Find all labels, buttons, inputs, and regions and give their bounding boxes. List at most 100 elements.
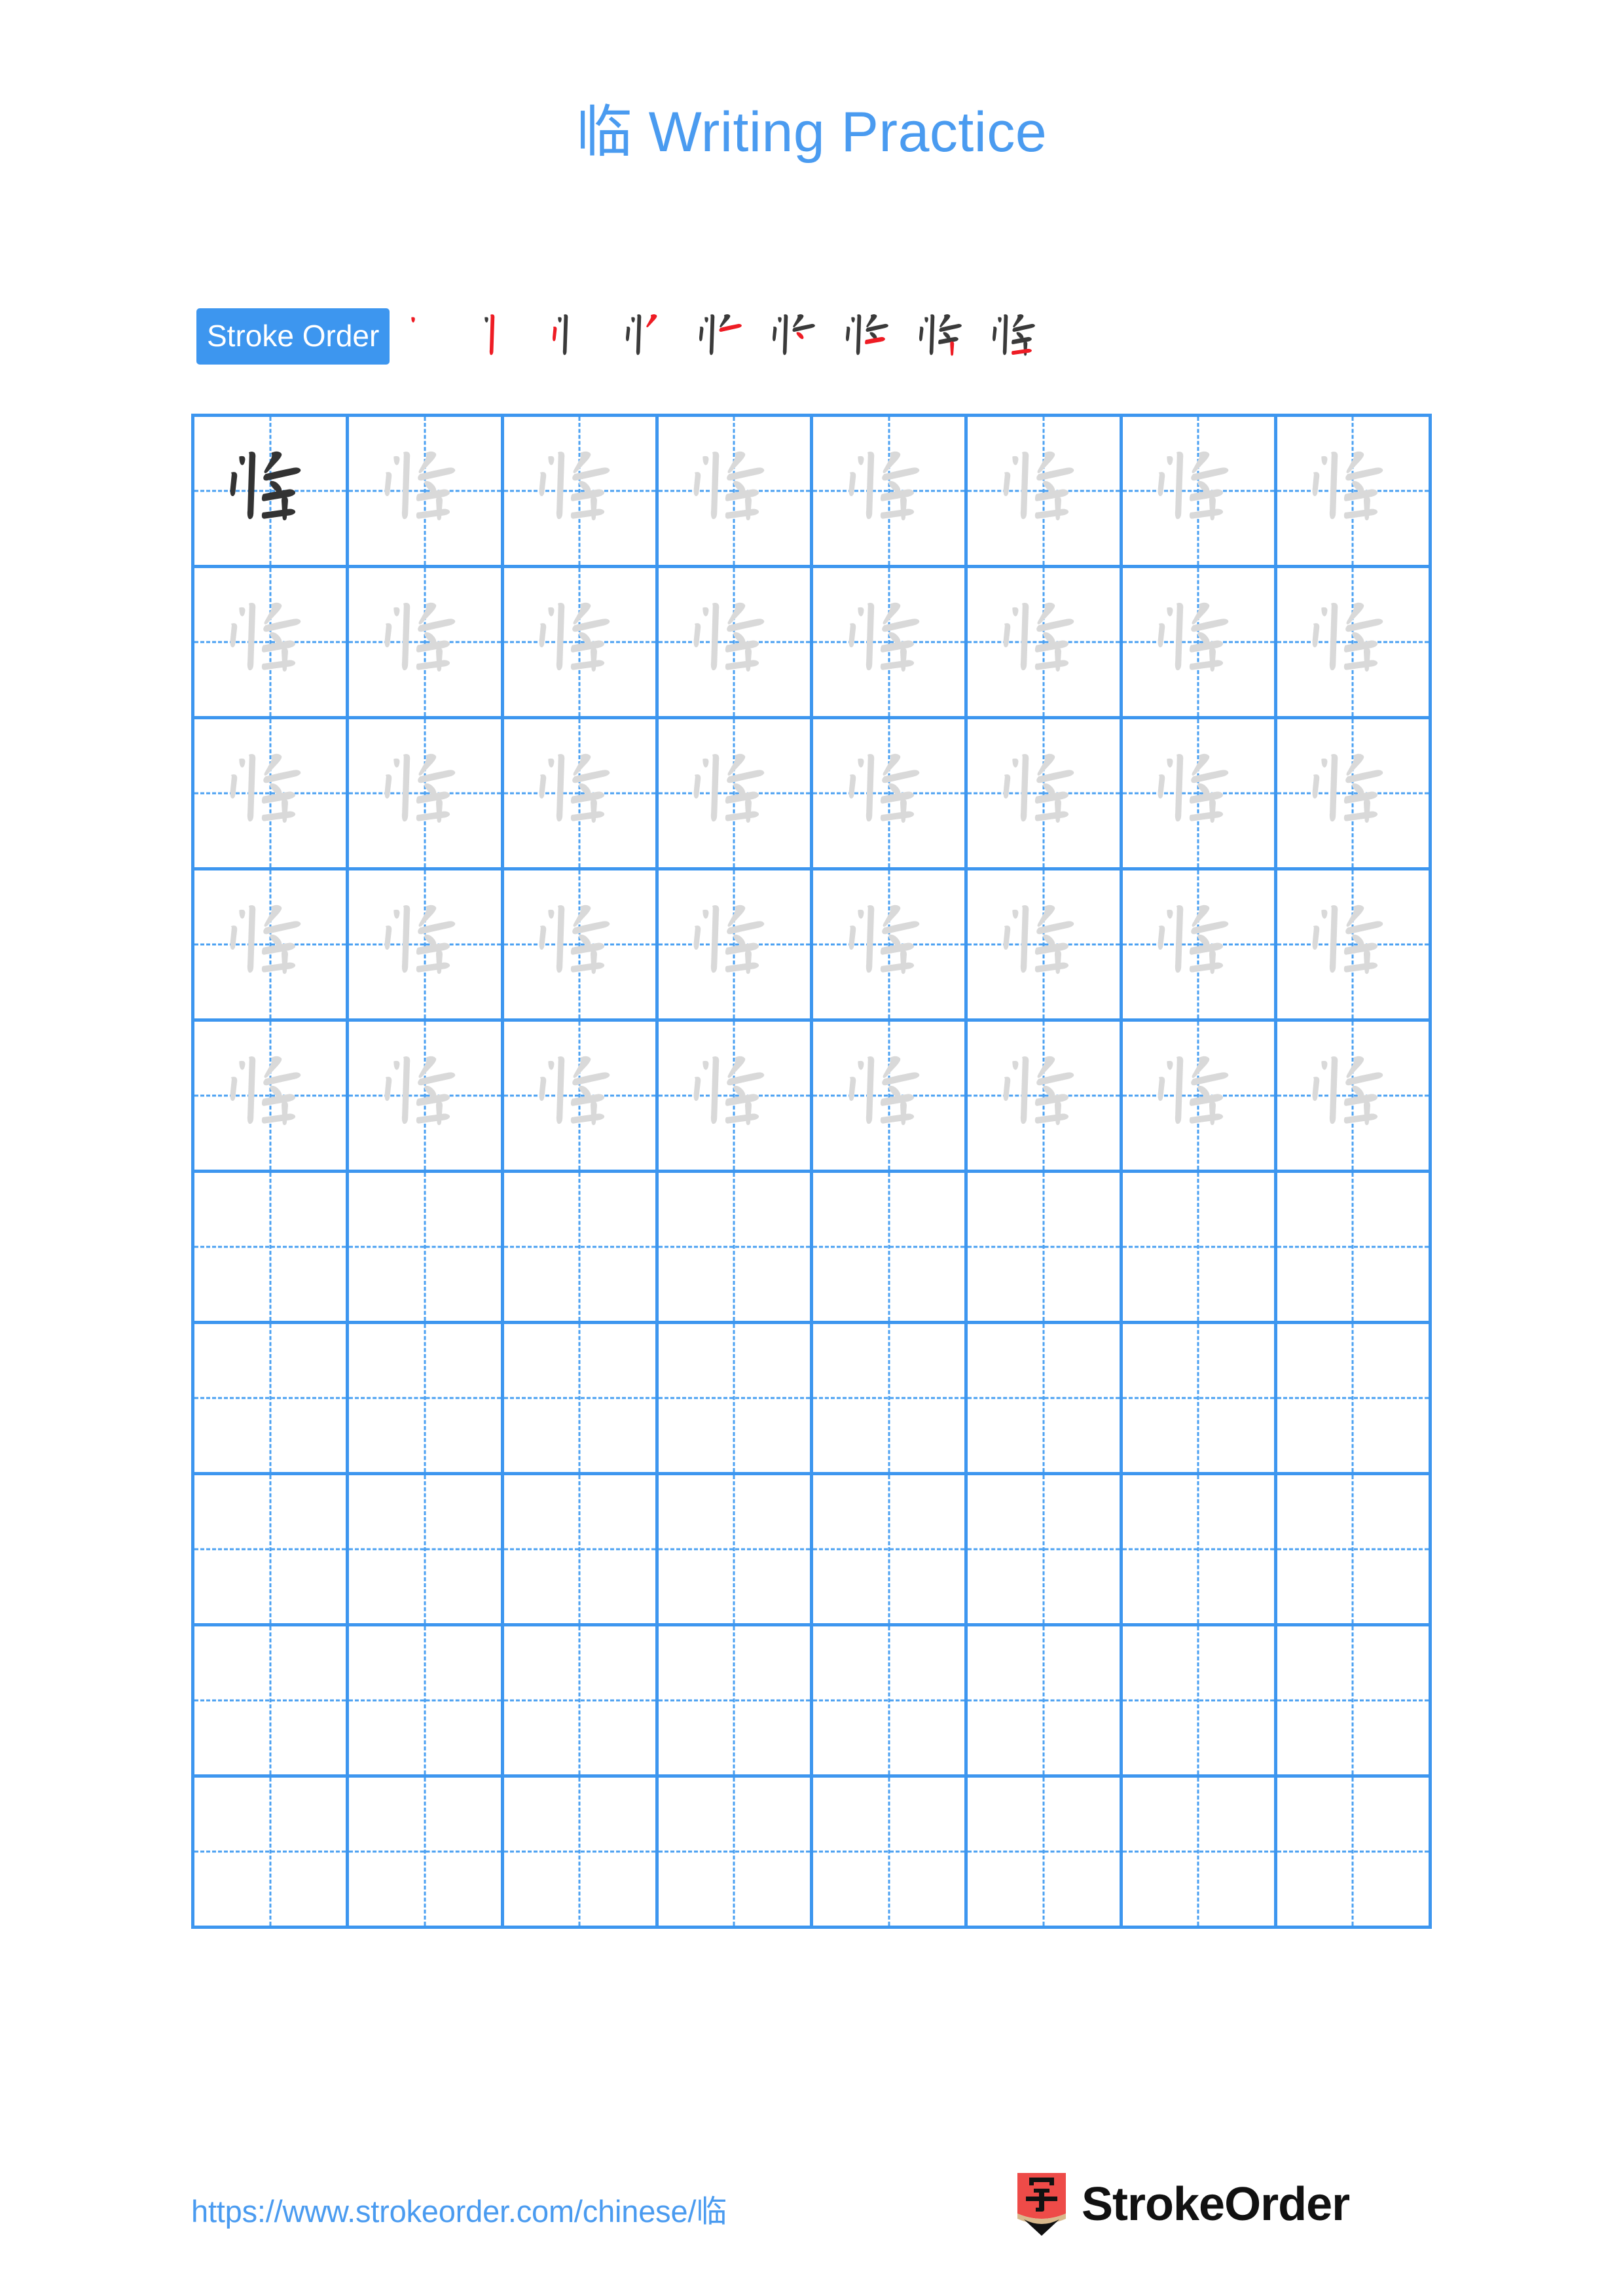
- practice-grid-cell[interactable]: [1277, 568, 1432, 719]
- practice-grid-cell[interactable]: [1277, 1324, 1432, 1475]
- practice-grid-cell[interactable]: [968, 1324, 1123, 1475]
- practice-grid-cell[interactable]: [1122, 1173, 1277, 1324]
- practice-grid-cell[interactable]: [1122, 417, 1277, 568]
- practice-grid-cell[interactable]: [194, 1022, 350, 1173]
- practice-grid-cell[interactable]: [503, 1475, 659, 1626]
- footer-url[interactable]: https://www.strokeorder.com/chinese/临: [191, 2186, 727, 2231]
- practice-grid-cell[interactable]: [1122, 1324, 1277, 1475]
- practice-grid-cell[interactable]: [1277, 1626, 1432, 1778]
- footer-logo[interactable]: StrokeOrder: [1016, 2172, 1350, 2237]
- practice-grid-cell[interactable]: [1277, 1173, 1432, 1324]
- practice-grid-cell[interactable]: [1122, 870, 1277, 1022]
- practice-grid-cell[interactable]: [349, 870, 504, 1022]
- tracing-character: [194, 568, 346, 716]
- practice-grid-cell[interactable]: [1277, 719, 1432, 870]
- practice-grid-cell[interactable]: [1122, 1475, 1277, 1626]
- practice-grid-cell[interactable]: [968, 1173, 1123, 1324]
- practice-grid-cell[interactable]: [194, 1475, 350, 1626]
- practice-grid-cell[interactable]: [968, 870, 1123, 1022]
- stroke-order-step: [760, 300, 833, 373]
- practice-grid-row: [194, 417, 1432, 568]
- practice-grid-cell[interactable]: [813, 870, 968, 1022]
- tracing-character: [659, 870, 810, 1018]
- practice-grid-cell[interactable]: [968, 1778, 1123, 1929]
- practice-grid-cell[interactable]: [813, 568, 968, 719]
- practice-grid-cell[interactable]: [194, 1173, 350, 1324]
- stroke-order-section: Stroke Order: [196, 305, 1053, 368]
- practice-grid-cell[interactable]: [1277, 870, 1432, 1022]
- practice-grid-cell[interactable]: [1277, 1022, 1432, 1173]
- practice-grid-cell[interactable]: [503, 417, 659, 568]
- tracing-character: [504, 719, 655, 867]
- practice-grid-cell[interactable]: [658, 1475, 813, 1626]
- practice-grid-cell[interactable]: [503, 1173, 659, 1324]
- practice-grid-cell[interactable]: [968, 1022, 1123, 1173]
- practice-grid-cell[interactable]: [503, 1022, 659, 1173]
- practice-grid-cell[interactable]: [349, 1475, 504, 1626]
- pencil-logo-icon: [1016, 2173, 1067, 2236]
- practice-grid-cell[interactable]: [658, 1324, 813, 1475]
- practice-grid-cell[interactable]: [1277, 1778, 1432, 1929]
- practice-grid-cell[interactable]: [813, 1626, 968, 1778]
- practice-grid-cell[interactable]: [349, 568, 504, 719]
- practice-grid-cell[interactable]: [658, 417, 813, 568]
- practice-grid-cell[interactable]: [1122, 1778, 1277, 1929]
- practice-grid-cell[interactable]: [194, 719, 350, 870]
- practice-grid-cell[interactable]: [968, 568, 1123, 719]
- practice-grid-cell[interactable]: [503, 1324, 659, 1475]
- practice-grid-cell[interactable]: [1122, 1626, 1277, 1778]
- tracing-character: [349, 568, 500, 716]
- practice-grid-cell[interactable]: [503, 568, 659, 719]
- practice-grid-cell[interactable]: [194, 870, 350, 1022]
- practice-grid-cell[interactable]: [813, 1324, 968, 1475]
- practice-grid-cell[interactable]: [1122, 719, 1277, 870]
- practice-grid-cell[interactable]: [968, 417, 1123, 568]
- practice-grid-cell[interactable]: [813, 1022, 968, 1173]
- practice-grid-cell[interactable]: [503, 1778, 659, 1929]
- practice-grid-cell[interactable]: [194, 1778, 350, 1929]
- practice-grid: [191, 414, 1432, 1929]
- practice-grid-cell[interactable]: [658, 1022, 813, 1173]
- practice-grid-row: [194, 1173, 1432, 1324]
- practice-grid-cell[interactable]: [813, 719, 968, 870]
- practice-grid-cell[interactable]: [968, 1475, 1123, 1626]
- practice-grid-cell[interactable]: [813, 1778, 968, 1929]
- practice-grid-cell[interactable]: [194, 417, 350, 568]
- model-character: [194, 417, 346, 565]
- practice-grid-cell[interactable]: [503, 870, 659, 1022]
- practice-grid-cell[interactable]: [658, 568, 813, 719]
- practice-grid-cell[interactable]: [658, 1626, 813, 1778]
- practice-grid-cell[interactable]: [658, 870, 813, 1022]
- practice-grid-cell[interactable]: [813, 1475, 968, 1626]
- practice-grid-cell[interactable]: [194, 1324, 350, 1475]
- tracing-character: [968, 568, 1119, 716]
- practice-grid-cell[interactable]: [658, 1173, 813, 1324]
- practice-grid-cell[interactable]: [1122, 568, 1277, 719]
- practice-grid-cell[interactable]: [1277, 1475, 1432, 1626]
- practice-grid-cell[interactable]: [813, 417, 968, 568]
- practice-grid-cell[interactable]: [194, 568, 350, 719]
- practice-grid-row: [194, 568, 1432, 719]
- practice-grid-cell[interactable]: [349, 1626, 504, 1778]
- practice-grid-cell[interactable]: [658, 719, 813, 870]
- practice-grid-cell[interactable]: [349, 1173, 504, 1324]
- practice-grid-cell[interactable]: [968, 1626, 1123, 1778]
- practice-grid-cell[interactable]: [349, 417, 504, 568]
- practice-grid-cell[interactable]: [658, 1778, 813, 1929]
- practice-grid-cell[interactable]: [813, 1173, 968, 1324]
- tracing-character: [813, 1022, 964, 1170]
- stroke-order-step: [393, 300, 467, 373]
- tracing-character: [659, 1022, 810, 1170]
- tracing-character: [504, 417, 655, 565]
- practice-grid-cell[interactable]: [349, 1324, 504, 1475]
- practice-grid-cell[interactable]: [1277, 417, 1432, 568]
- practice-grid-cell[interactable]: [349, 1022, 504, 1173]
- tracing-character: [1123, 1022, 1274, 1170]
- practice-grid-cell[interactable]: [349, 1778, 504, 1929]
- practice-grid-cell[interactable]: [1122, 1022, 1277, 1173]
- practice-grid-cell[interactable]: [349, 719, 504, 870]
- practice-grid-cell[interactable]: [503, 719, 659, 870]
- practice-grid-cell[interactable]: [503, 1626, 659, 1778]
- practice-grid-cell[interactable]: [968, 719, 1123, 870]
- practice-grid-cell[interactable]: [194, 1626, 350, 1778]
